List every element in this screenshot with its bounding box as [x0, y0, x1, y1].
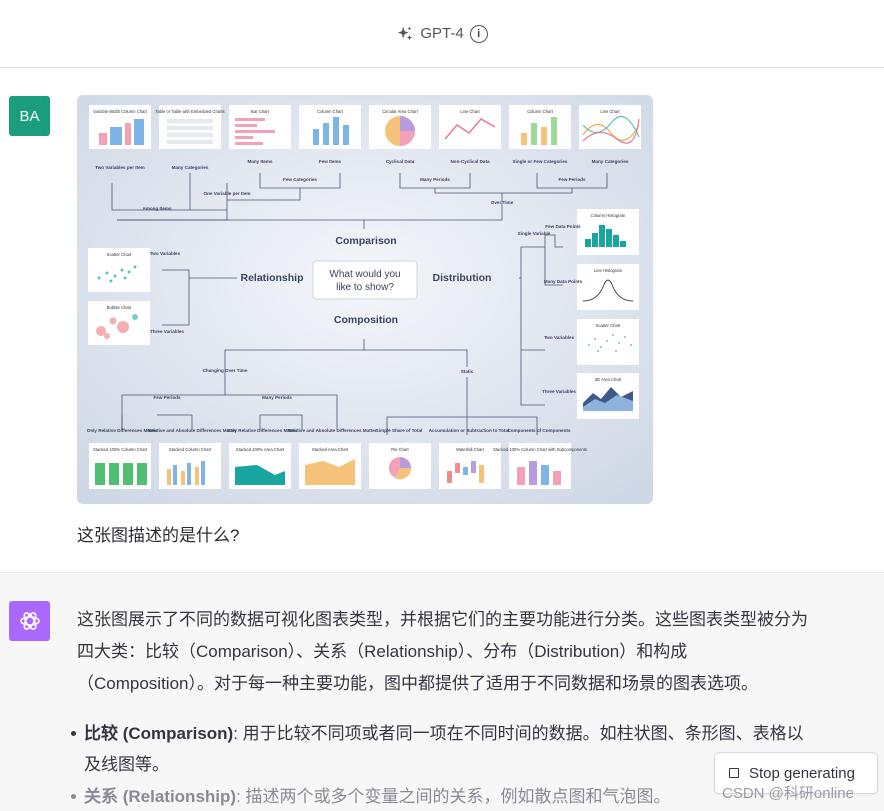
center-question: like to show?: [336, 282, 394, 293]
top-group-label: Few Periods: [558, 177, 586, 182]
left-condition-label: Three Variables: [150, 329, 184, 334]
chart-chooser-diagram: Variable Width Column Chart Table or Tab…: [77, 95, 653, 504]
bottom-condition-label: Components of Components: [507, 428, 570, 433]
user-message: BA Variable Width Column Chart Table or …: [0, 69, 884, 573]
bottom-group-label: Changing Over Time: [203, 368, 248, 373]
top-chart-title: Line Chart: [600, 109, 620, 114]
bottom-chart-title: Pie Chart: [391, 447, 409, 452]
right-chart-title: Scatter Chart: [596, 323, 622, 328]
bottom-condition-label: Accumulation or Subtraction to Total: [429, 428, 510, 433]
top-group-label: Among Items: [142, 206, 172, 211]
info-icon[interactable]: i: [469, 24, 488, 43]
stop-icon: [729, 768, 739, 778]
bottom-chart-title: Waterfall Chart: [456, 447, 485, 452]
stop-generating-label: Stop generating: [749, 764, 855, 782]
right-chart-title: Line Histogram: [594, 268, 623, 273]
bottom-group-label: Static: [461, 369, 474, 374]
right-condition-label: Three Variables: [542, 389, 576, 394]
top-condition-label: Two Variables per Item: [95, 165, 144, 170]
attached-image[interactable]: Variable Width Column Chart Table or Tab…: [77, 95, 653, 504]
top-condition-label: Cyclical Data: [386, 159, 415, 164]
list-item-text: : 描述两个或多个变量之间的关系，例如散点图和气泡图。: [236, 787, 671, 806]
top-chart-title: Table or Table with Embedded Charts: [155, 109, 225, 114]
right-condition-label: Two Variables: [544, 335, 575, 340]
top-group-label: Over Time: [491, 200, 514, 205]
openai-logo-icon: [9, 601, 50, 641]
right-chart-title: 3D Area Chart: [595, 377, 622, 382]
bottom-group-label: Few Periods: [153, 395, 181, 400]
bottom-chart-title: Stacked Area Chart: [312, 447, 349, 452]
bottom-condition-label: Relative and Absolute Differences Matter: [147, 428, 236, 433]
right-chart-title: Column Histogram: [591, 213, 626, 218]
top-condition-label: Many Categories: [172, 165, 209, 170]
top-condition-label: Few Items: [319, 159, 342, 164]
list-item-term: 关系 (Relationship): [84, 787, 237, 806]
answer-paragraph: 这张图展示了不同的数据可视化图表类型，并根据它们的主要功能进行分类。这些图表类型…: [77, 610, 808, 693]
user-avatar: BA: [9, 96, 50, 136]
top-chart-title: Variable Width Column Chart: [93, 109, 148, 114]
list-item-term: 比较 (Comparison): [84, 724, 234, 743]
user-question: 这张图描述的是什么?: [77, 526, 240, 545]
bottom-condition-label: Relative and Absolute Differences Matter: [287, 428, 376, 433]
bottom-chart-title: Stacked 100% Column Chart: [93, 447, 148, 452]
bottom-chart-title: Stacked 100% Area Chart: [236, 447, 285, 452]
category-distribution: Distribution: [433, 272, 492, 284]
center-question: What would you: [329, 269, 400, 280]
top-group-label: Many Periods: [420, 177, 450, 182]
right-condition-label: Few Data Points: [545, 224, 581, 229]
model-label[interactable]: GPT-4: [420, 25, 463, 42]
bottom-chart-title: Stacked 100% Column Chart with Subcompon…: [493, 447, 587, 452]
right-condition-label: Single Variable: [518, 231, 551, 236]
top-chart-title: Line Chart: [460, 109, 480, 114]
top-chart-title: Bar Chart: [251, 109, 270, 114]
bottom-condition-label: Simple Share of Total: [376, 428, 423, 433]
top-condition-label: Many Categories: [592, 159, 629, 164]
watermark: CSDN @科研online: [722, 785, 854, 802]
list-item: 比较 (Comparison): 用于比较不同项或者同一项在不同时间的数据。如柱…: [71, 718, 812, 780]
answer-list: 比较 (Comparison): 用于比较不同项或者同一项在不同时间的数据。如柱…: [71, 718, 812, 811]
bottom-chart-title: Stacked Column Chart: [169, 447, 212, 452]
list-item: 关系 (Relationship): 描述两个或多个变量之间的关系，例如散点图和…: [71, 781, 812, 811]
left-condition-label: Two Variables: [150, 251, 181, 256]
category-composition: Composition: [334, 314, 398, 326]
top-chart-title: Circular Area Chart: [382, 109, 418, 114]
model-header: GPT-4 i: [0, 0, 884, 68]
right-condition-label: Many Data Points: [544, 279, 583, 284]
sparkle-icon: [398, 26, 413, 40]
top-group-label: Few Categories: [283, 177, 317, 182]
top-group-label: One Variable per Item: [204, 191, 251, 196]
top-chart-title: Column Chart: [317, 109, 344, 114]
top-condition-label: Many Items: [247, 159, 272, 164]
top-chart-title: Column Chart: [527, 109, 554, 114]
top-condition-label: Non-Cyclical Data: [450, 159, 490, 164]
top-condition-label: Single or Few Categories: [513, 159, 568, 164]
category-comparison: Comparison: [335, 235, 396, 247]
center-box: [312, 260, 418, 300]
left-chart-title: Bubble Chart: [107, 305, 132, 310]
bottom-group-label: Many Periods: [262, 395, 292, 400]
category-relationship: Relationship: [240, 272, 303, 284]
left-chart-title: Scatter Chart: [107, 252, 133, 257]
